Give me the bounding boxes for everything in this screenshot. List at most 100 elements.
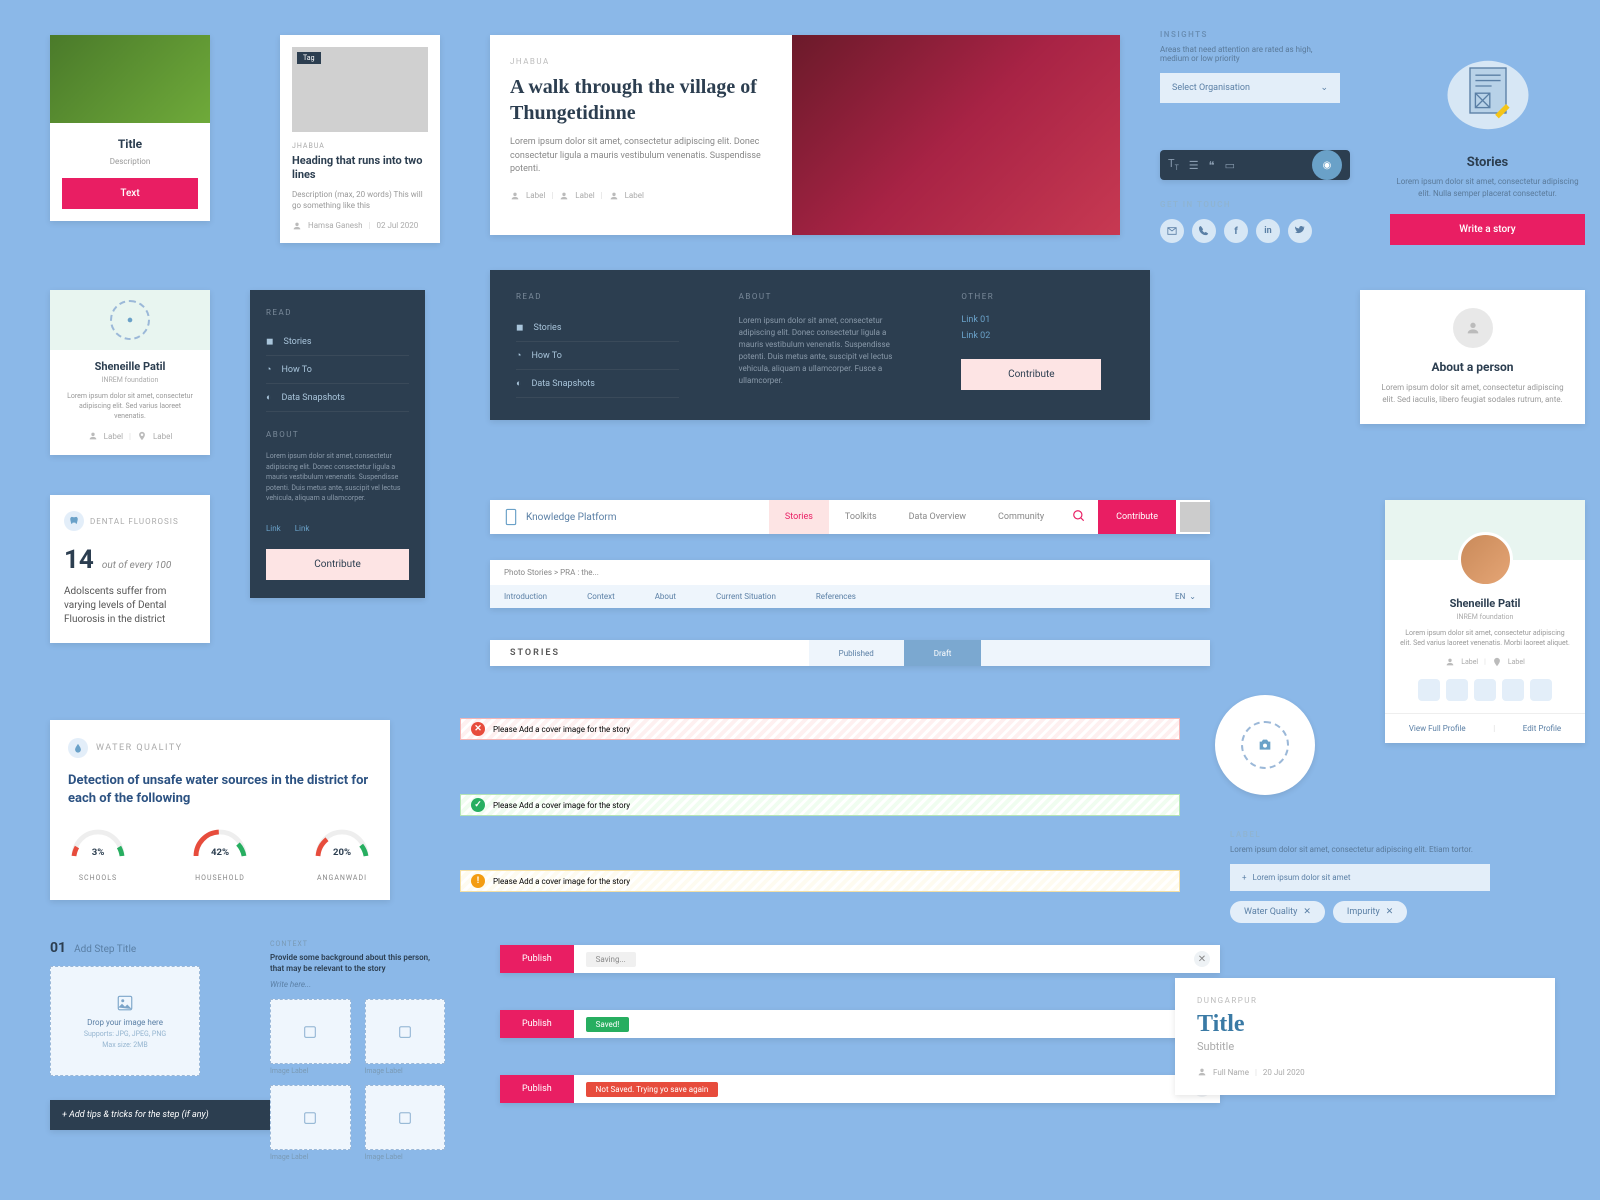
stat-text: Adolscents suffer from varying levels of… — [64, 585, 196, 627]
chevron-down-icon: ⌄ — [1189, 592, 1196, 601]
link[interactable]: Link — [295, 524, 310, 533]
mail-icon[interactable] — [1418, 679, 1440, 701]
contribute-button[interactable]: Contribute — [266, 549, 409, 580]
publish-bar-saving: Publish Saving... ✕ — [500, 945, 1220, 973]
tab-draft[interactable]: Draft — [904, 640, 982, 666]
text-size-icon[interactable]: TT — [1168, 157, 1179, 172]
section-label: OTHER — [961, 292, 1124, 301]
publish-button[interactable]: Publish — [500, 1075, 574, 1103]
hero-card: JHABUA A walk through the village of Thu… — [490, 35, 1120, 235]
link[interactable]: Link — [266, 524, 281, 533]
tag-chip[interactable]: Impurity ✕ — [1333, 901, 1407, 923]
mail-icon[interactable] — [1160, 219, 1184, 243]
image-dropzone[interactable]: Drop your image here Supports: JPG, JPEG… — [50, 966, 200, 1076]
twitter-icon[interactable] — [1530, 679, 1552, 701]
tips-bar[interactable]: + Add tips & tricks for the step (if any… — [50, 1100, 280, 1130]
nav-stories[interactable]: Stories — [769, 500, 829, 534]
gauge-household: 42% HOUSEHOLD — [190, 824, 250, 882]
dropzone-hint: Max size: 2MB — [102, 1041, 147, 1049]
tab-published[interactable]: Published — [809, 640, 904, 666]
avatar-box[interactable] — [1180, 502, 1210, 532]
location-label: JHABUA — [292, 142, 428, 150]
author-name: Hamsa Ganesh — [308, 221, 363, 230]
contribute-button[interactable]: Contribute — [961, 359, 1101, 390]
remove-icon[interactable]: ✕ — [1303, 907, 1311, 917]
toolbar-knob[interactable]: ◉ — [1312, 150, 1342, 180]
nav-community[interactable]: Community — [982, 500, 1060, 534]
hero-image — [792, 35, 1120, 235]
lang-select[interactable]: EN⌄ — [1175, 592, 1196, 601]
section-label: LABEL — [1230, 830, 1490, 839]
dropzone-hint: Supports: JPG, JPEG, PNG — [84, 1030, 166, 1038]
alert-text: Please Add a cover image for the story — [493, 801, 630, 810]
section-label: WATER QUALITY — [96, 743, 183, 753]
nav-data[interactable]: Data Overview — [893, 500, 982, 534]
tag-input-block: LABEL Lorem ipsum dolor sit amet, consec… — [1230, 830, 1490, 923]
footer-dark: READ ◼Stories ◔How To ◐Data Snapshots AB… — [490, 270, 1150, 420]
upload-avatar-circle[interactable] — [1215, 695, 1315, 795]
list-icon[interactable]: ☰ — [1189, 159, 1199, 172]
image-icon — [303, 1111, 317, 1125]
publish-bar-saved: Publish Saved! ✕ — [500, 1010, 1220, 1038]
sidebar-item-howto[interactable]: ◔How To — [266, 356, 409, 384]
linkedin-icon[interactable]: in — [1256, 219, 1280, 243]
tag-text: Impurity — [1347, 907, 1380, 917]
card-heading: Heading that runs into two lines — [292, 154, 428, 183]
subnav-item[interactable]: Current Situation — [716, 592, 776, 601]
nav-toolkits[interactable]: Toolkits — [829, 500, 893, 534]
user-icon — [1445, 657, 1455, 667]
search-icon[interactable] — [1060, 508, 1098, 527]
textarea-placeholder[interactable]: Write here... — [270, 980, 445, 989]
footer-item-howto[interactable]: ◔How To — [516, 342, 679, 370]
subnav-item[interactable]: References — [816, 592, 856, 601]
twitter-icon[interactable] — [1288, 219, 1312, 243]
tag-input[interactable]: +Lorem ipsum dolor sit amet — [1230, 864, 1490, 891]
footer-link[interactable]: Link 02 — [961, 331, 1124, 341]
card-cta-button[interactable]: Text — [62, 178, 198, 209]
image-slot[interactable] — [365, 1085, 446, 1150]
view-profile-link[interactable]: View Full Profile — [1409, 724, 1466, 733]
publish-bar-error: Publish Not Saved. Trying yo save again … — [500, 1075, 1220, 1103]
status-saving: Saving... — [586, 952, 636, 967]
subnav-item[interactable]: About — [655, 592, 676, 601]
image-slot[interactable] — [270, 999, 351, 1064]
footer-link[interactable]: Link 01 — [961, 315, 1124, 325]
org-select[interactable]: Select Organisation ⌄ — [1160, 73, 1340, 103]
step-title-input[interactable]: Add Step Title — [74, 944, 136, 955]
profile-card-full: Sheneille Patil INREM foundation Lorem i… — [1385, 500, 1585, 743]
gauge-label: HOUSEHOLD — [190, 874, 250, 882]
author-row: Full Name|20 Jul 2020 — [1197, 1067, 1533, 1077]
publish-button[interactable]: Publish — [500, 1010, 574, 1038]
edit-profile-link[interactable]: Edit Profile — [1523, 724, 1561, 733]
write-story-button[interactable]: Write a story — [1390, 214, 1585, 245]
sidebar-item-data[interactable]: ◐Data Snapshots — [266, 384, 409, 412]
linkedin-icon[interactable] — [1502, 679, 1524, 701]
facebook-icon[interactable] — [1474, 679, 1496, 701]
image-slot[interactable] — [365, 999, 446, 1064]
subnav-item[interactable]: Context — [587, 592, 615, 601]
check-icon: ✓ — [471, 798, 485, 812]
subnav-item[interactable]: Introduction — [504, 592, 547, 601]
facebook-icon[interactable]: f — [1224, 219, 1248, 243]
image-slot[interactable] — [270, 1085, 351, 1150]
phone-icon[interactable] — [1192, 219, 1216, 243]
image-icon — [398, 1111, 412, 1125]
embed-icon[interactable]: ▭ — [1225, 159, 1235, 172]
hero-body: Lorem ipsum dolor sit amet, consectetur … — [510, 136, 772, 177]
quote-icon[interactable]: ❝ — [1209, 159, 1215, 172]
remove-icon[interactable]: ✕ — [1386, 907, 1394, 917]
chevron-down-icon: ⌄ — [1320, 83, 1328, 93]
footer-item-data[interactable]: ◐Data Snapshots — [516, 370, 679, 398]
gauge-label: SCHOOLS — [68, 874, 128, 882]
label: Data Snapshots — [281, 393, 344, 403]
phone-icon[interactable] — [1446, 679, 1468, 701]
section-label: GET IN TOUCH — [1160, 200, 1312, 209]
contribute-cta[interactable]: Contribute — [1098, 500, 1176, 534]
tag-chip[interactable]: Water Quality✕ — [1230, 901, 1325, 923]
publish-button[interactable]: Publish — [500, 945, 574, 973]
user-icon — [510, 191, 520, 201]
brand[interactable]: Knowledge Platform — [490, 508, 630, 526]
close-icon[interactable]: ✕ — [1194, 951, 1210, 967]
footer-item-stories[interactable]: ◼Stories — [516, 315, 679, 342]
sidebar-item-stories[interactable]: ◼Stories — [266, 329, 409, 356]
